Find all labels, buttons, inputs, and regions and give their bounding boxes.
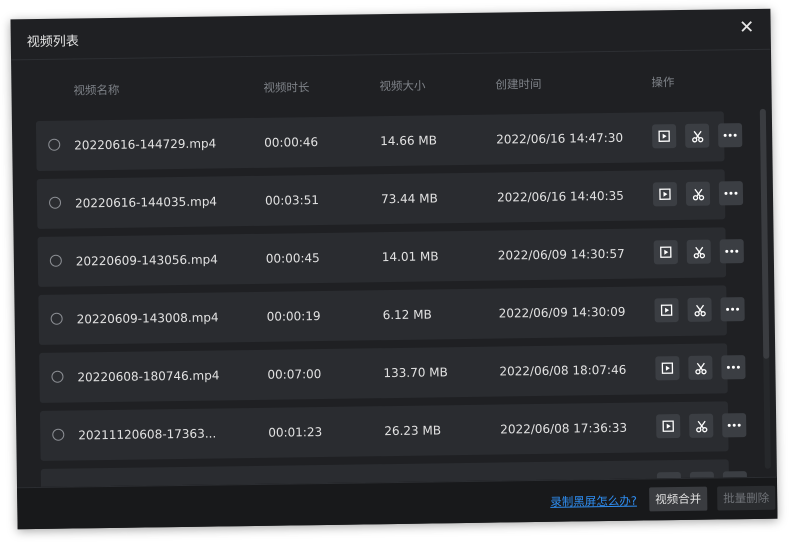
video-created: 2022/06/16 14:47:30 — [496, 130, 624, 147]
play-icon[interactable] — [652, 124, 677, 149]
column-header-actions: 操作 — [651, 75, 675, 90]
more-icon[interactable] — [718, 181, 744, 206]
play-icon[interactable] — [652, 182, 678, 207]
merge-videos-button[interactable]: 视频合并 — [649, 486, 708, 512]
radio-icon[interactable] — [48, 138, 61, 151]
more-icon[interactable] — [720, 297, 745, 322]
video-size: 14.01 MB — [381, 249, 439, 265]
video-created: 2022/06/08 17:36:33 — [500, 420, 628, 437]
play-icon[interactable] — [653, 240, 678, 265]
scissors-icon[interactable] — [685, 123, 710, 148]
dialog-title: 视频列表 — [26, 34, 79, 51]
radio-icon[interactable] — [51, 370, 64, 383]
video-duration: 00:00:45 — [265, 251, 320, 266]
radio-icon[interactable] — [50, 312, 63, 325]
play-icon[interactable] — [654, 298, 679, 323]
video-name: 20220616-144729.mp4 — [74, 136, 217, 153]
table-row[interactable]: 20220616-144035.mp4 00:03:51 73.44 MB 2022/… — [36, 169, 744, 229]
video-duration: 00:01:23 — [268, 425, 323, 440]
radio-icon[interactable] — [48, 196, 62, 209]
radio-icon[interactable] — [49, 254, 62, 267]
column-header-name: 视频名称 — [73, 82, 120, 98]
table-row[interactable]: 20220609-143008.mp4 00:00:19 6.12 MB 2022/0… — [38, 285, 745, 345]
more-icon[interactable] — [722, 413, 747, 438]
video-duration: 00:03:51 — [264, 193, 320, 208]
black-screen-help-link[interactable]: 录制黑屏怎么办? — [550, 493, 637, 510]
video-name: 20220609-143056.mp4 — [75, 252, 218, 269]
video-table: 20220616-144729.mp4 00:00:46 14.66 MB 2022/… — [12, 97, 777, 488]
video-created: 2022/06/09 14:30:57 — [497, 246, 625, 263]
scissors-icon[interactable] — [689, 413, 714, 438]
video-name: 20211120608-17363... — [78, 426, 217, 443]
column-header-size: 视频大小 — [379, 78, 426, 94]
video-size: 133.70 MB — [383, 365, 448, 381]
scissors-icon[interactable] — [685, 181, 711, 206]
radio-icon[interactable] — [52, 428, 65, 441]
column-header-created: 创建时间 — [495, 76, 542, 92]
video-name: 20220609-143008.mp4 — [76, 310, 219, 327]
play-icon[interactable] — [655, 356, 680, 381]
scissors-icon[interactable] — [687, 297, 712, 322]
table-row[interactable]: 20211120608-17363... 00:01:23 26.23 MB 2022… — [39, 401, 747, 461]
video-duration: 00:00:46 — [264, 135, 319, 150]
video-size: 73.44 MB — [380, 191, 438, 207]
more-icon[interactable] — [721, 355, 746, 380]
column-header-duration: 视频时长 — [263, 80, 310, 95]
close-icon[interactable]: ✕ — [735, 16, 759, 40]
video-name: 20220616-144035.mp4 — [74, 194, 218, 211]
more-icon[interactable] — [719, 239, 744, 264]
more-icon[interactable] — [717, 123, 743, 148]
video-size: 6.12 MB — [382, 307, 432, 323]
video-size: 14.66 MB — [380, 133, 438, 149]
video-created: 2022/06/16 14:40:35 — [496, 188, 624, 205]
table-row[interactable]: 20220616-144729.mp4 00:00:46 14.66 MB 2022/… — [35, 111, 743, 171]
video-size: 26.23 MB — [384, 423, 442, 439]
video-created: 2022/06/09 14:30:09 — [498, 304, 626, 321]
batch-delete-button[interactable]: 批量删除 — [717, 485, 776, 511]
scissors-icon[interactable] — [688, 355, 713, 380]
video-duration: 00:07:00 — [267, 367, 322, 382]
video-name: 20220608-180746.mp4 — [77, 368, 220, 385]
scissors-icon[interactable] — [686, 239, 711, 264]
play-icon[interactable] — [656, 414, 681, 439]
video-created: 2022/06/08 18:07:46 — [499, 362, 627, 379]
video-list-dialog: 视频列表 ✕ 视频名称 视频时长 视频大小 创建时间 操作 20220616-1… — [10, 8, 778, 530]
table-row[interactable]: 20220608-180746.mp4 00:07:00 133.70 MB 2022… — [39, 343, 746, 403]
table-row[interactable]: 20220609-143056.mp4 00:00:45 14.01 MB 2022/… — [37, 227, 744, 287]
video-duration: 00:00:19 — [266, 309, 321, 324]
